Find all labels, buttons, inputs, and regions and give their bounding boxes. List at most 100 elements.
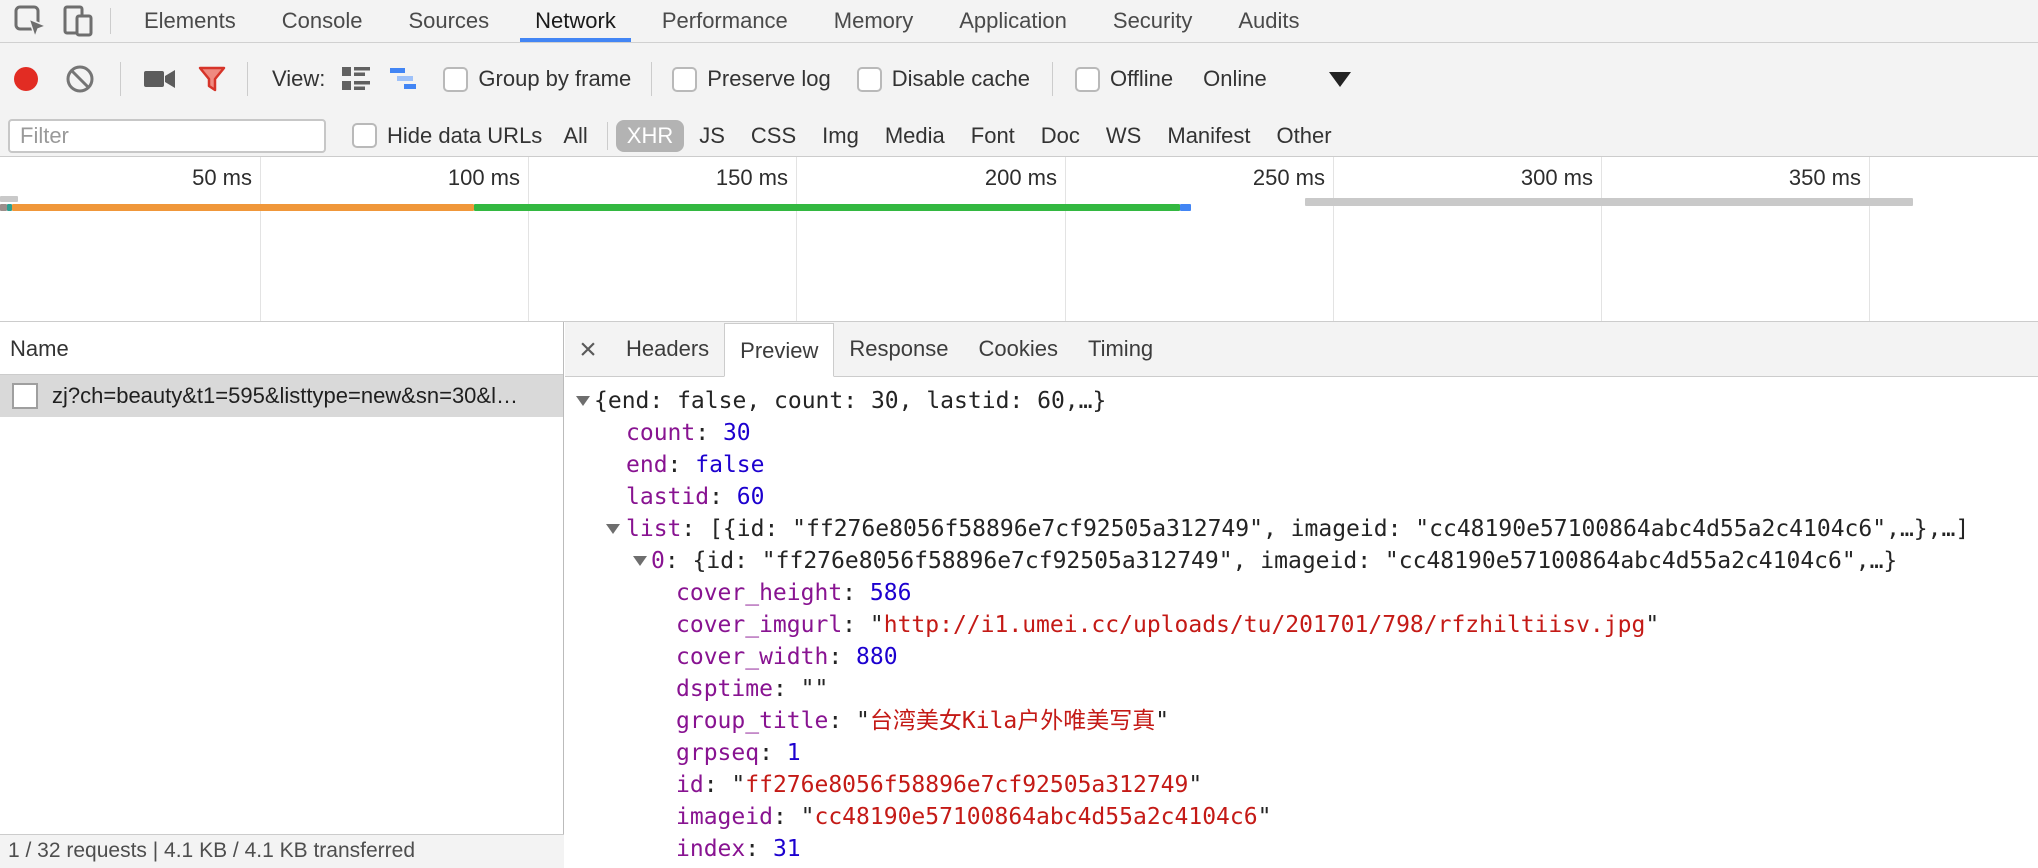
json-row-text: cover_height: 586 xyxy=(676,577,911,609)
type-filter-font[interactable]: Font xyxy=(960,120,1026,152)
tab-application[interactable]: Application xyxy=(936,0,1090,42)
json-tree-row[interactable]: 0: {id: "ff276e8056f58896e7cf92505a31274… xyxy=(565,545,2038,577)
json-key: grpseq xyxy=(676,740,759,766)
json-string-value: http://i1.umei.cc/uploads/tu/201701/798/… xyxy=(884,612,1646,638)
type-filter-js[interactable]: JS xyxy=(688,120,736,152)
resource-file-icon xyxy=(12,383,38,409)
inspect-element-icon[interactable] xyxy=(10,1,50,41)
request-name: zj?ch=beauty&t1=595&listtype=new&sn=30&l… xyxy=(52,383,518,409)
json-row-text: list: [{id: "ff276e8056f58896e7cf92505a3… xyxy=(626,513,1969,545)
timeline-tick-label: 50 ms xyxy=(52,165,252,191)
type-filter-xhr[interactable]: XHR xyxy=(616,120,684,152)
json-tree-row[interactable]: {end: false, count: 30, lastid: 60,…} xyxy=(565,385,2038,417)
json-boolean-value: false xyxy=(695,452,764,478)
network-overview: 50 ms100 ms150 ms200 ms250 ms300 ms350 m… xyxy=(0,157,2038,322)
json-plain-text: : "" xyxy=(773,676,828,702)
json-tree-row: grpseq: 1 xyxy=(565,737,2038,769)
type-filter-media[interactable]: Media xyxy=(874,120,956,152)
device-toolbar-icon[interactable] xyxy=(58,1,98,41)
json-plain-text: : xyxy=(745,836,773,862)
json-row-text: cover_width: 880 xyxy=(676,641,898,673)
timeline-gridline xyxy=(1601,157,1602,321)
toolbar-divider xyxy=(120,62,121,96)
json-row-text: cover_imgurl: "http://i1.umei.cc/uploads… xyxy=(676,609,1659,641)
tab-console[interactable]: Console xyxy=(259,0,386,42)
json-key: id xyxy=(676,772,704,798)
tabbar-divider xyxy=(110,8,111,34)
request-row[interactable]: zj?ch=beauty&t1=595&listtype=new&sn=30&l… xyxy=(0,375,563,417)
requests-panel: Name zj?ch=beauty&t1=595&listtype=new&sn… xyxy=(0,322,564,868)
filter-icon[interactable] xyxy=(197,65,227,93)
request-detail-panel: × HeadersPreviewResponseCookiesTiming {e… xyxy=(565,322,2038,868)
close-icon[interactable]: × xyxy=(565,322,611,377)
detail-tab-timing[interactable]: Timing xyxy=(1073,322,1168,376)
overview-waterfall-bar xyxy=(0,196,18,202)
status-bar: 1 / 32 requests | 4.1 KB / 4.1 KB transf… xyxy=(0,834,564,868)
detail-tabs: HeadersPreviewResponseCookiesTiming xyxy=(611,322,1168,376)
type-filter-css[interactable]: CSS xyxy=(740,120,807,152)
type-filter-manifest[interactable]: Manifest xyxy=(1156,120,1261,152)
record-button[interactable] xyxy=(14,67,38,91)
tab-elements[interactable]: Elements xyxy=(121,0,259,42)
expand-arrow-icon[interactable] xyxy=(606,524,620,534)
tab-security[interactable]: Security xyxy=(1090,0,1215,42)
capture-screenshots-icon[interactable] xyxy=(143,66,177,92)
preserve-log-checkbox[interactable] xyxy=(672,67,697,92)
hide-data-urls-checkbox[interactable] xyxy=(352,123,377,148)
type-filter-img[interactable]: Img xyxy=(811,120,870,152)
json-tree-row: end: false xyxy=(565,449,2038,481)
tab-memory[interactable]: Memory xyxy=(811,0,936,42)
json-row-text: {end: false, count: 30, lastid: 60,…} xyxy=(594,385,1106,417)
group-by-frame-checkbox[interactable] xyxy=(443,67,468,92)
expand-arrow-icon[interactable] xyxy=(576,396,590,406)
tab-audits[interactable]: Audits xyxy=(1215,0,1322,42)
json-key: group_title xyxy=(676,708,828,734)
tab-network[interactable]: Network xyxy=(512,0,639,42)
offline-checkbox[interactable] xyxy=(1075,67,1100,92)
json-tree-row[interactable]: list: [{id: "ff276e8056f58896e7cf92505a3… xyxy=(565,513,2038,545)
json-plain-text: : " xyxy=(773,804,815,830)
timeline-tick-label: 300 ms xyxy=(1393,165,1593,191)
expand-arrow-icon[interactable] xyxy=(633,556,647,566)
json-plain-text: : [{id: "ff276e8056f58896e7cf92505a31274… xyxy=(681,516,1969,542)
json-key: index xyxy=(676,836,745,862)
type-filter-doc[interactable]: Doc xyxy=(1030,120,1091,152)
tab-performance[interactable]: Performance xyxy=(639,0,811,42)
name-column-header[interactable]: Name xyxy=(0,322,563,375)
json-plain-text: : xyxy=(759,740,787,766)
resource-type-filters: All XHRJSCSSImgMediaFontDocWSManifestOthe… xyxy=(550,120,1344,152)
json-tree-row: count: 30 xyxy=(565,417,2038,449)
json-number-value: 880 xyxy=(856,644,898,670)
detail-tab-cookies[interactable]: Cookies xyxy=(963,322,1072,376)
json-tree-row: cover_imgurl: "http://i1.umei.cc/uploads… xyxy=(565,609,2038,641)
offline-label: Offline xyxy=(1110,66,1173,92)
clear-icon[interactable] xyxy=(64,63,96,95)
network-main: Name zj?ch=beauty&t1=595&listtype=new&sn… xyxy=(0,322,2038,868)
toolbar-divider xyxy=(247,62,248,96)
group-by-frame-label: Group by frame xyxy=(478,66,631,92)
type-filter-ws[interactable]: WS xyxy=(1095,120,1152,152)
tab-sources[interactable]: Sources xyxy=(385,0,512,42)
json-plain-text: " xyxy=(1258,804,1272,830)
json-plain-text: : xyxy=(842,580,870,606)
throttling-select[interactable]: Online xyxy=(1203,66,1267,92)
large-rows-icon[interactable] xyxy=(341,66,371,92)
json-plain-text: : " xyxy=(842,612,884,638)
detail-tab-response[interactable]: Response xyxy=(834,322,963,376)
json-string-value: ff276e8056f58896e7cf92505a312749 xyxy=(745,772,1188,798)
json-number-value: 60 xyxy=(737,484,765,510)
devtools-tab-bar: ElementsConsoleSourcesNetworkPerformance… xyxy=(0,0,2038,43)
type-filter-other[interactable]: Other xyxy=(1266,120,1343,152)
json-tree-row: group_title: "台湾美女Kila户外唯美写真" xyxy=(565,705,2038,737)
json-number-value: 586 xyxy=(870,580,912,606)
chevron-down-icon[interactable] xyxy=(1329,72,1351,87)
detail-tab-preview[interactable]: Preview xyxy=(724,323,834,377)
type-filter-all[interactable]: All xyxy=(552,120,598,152)
overview-waterfall-bar xyxy=(1305,198,1913,206)
detail-tab-headers[interactable]: Headers xyxy=(611,322,724,376)
disable-cache-checkbox[interactable] xyxy=(857,67,882,92)
show-overview-icon[interactable] xyxy=(389,66,421,92)
filter-input[interactable] xyxy=(8,119,326,153)
timeline-tick-label: 350 ms xyxy=(1661,165,1861,191)
json-key: imageid xyxy=(676,804,773,830)
